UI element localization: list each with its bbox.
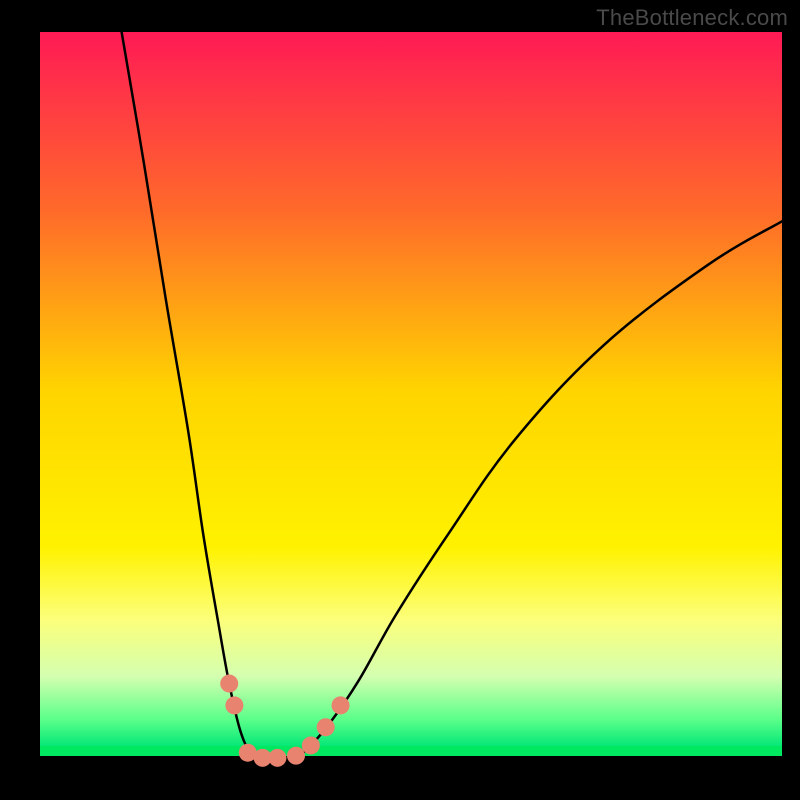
- gradient-background: [40, 32, 782, 748]
- marker-dot: [332, 696, 350, 714]
- green-band: [40, 746, 782, 756]
- marker-dot: [302, 736, 320, 754]
- marker-dot: [268, 749, 286, 767]
- marker-dot: [225, 696, 243, 714]
- marker-dot: [317, 718, 335, 736]
- chart-svg: [0, 0, 800, 800]
- chart-container: TheBottleneck.com: [0, 0, 800, 800]
- watermark-text: TheBottleneck.com: [596, 5, 788, 31]
- marker-dot: [287, 747, 305, 765]
- plot-area: [40, 32, 782, 767]
- marker-dot: [220, 675, 238, 693]
